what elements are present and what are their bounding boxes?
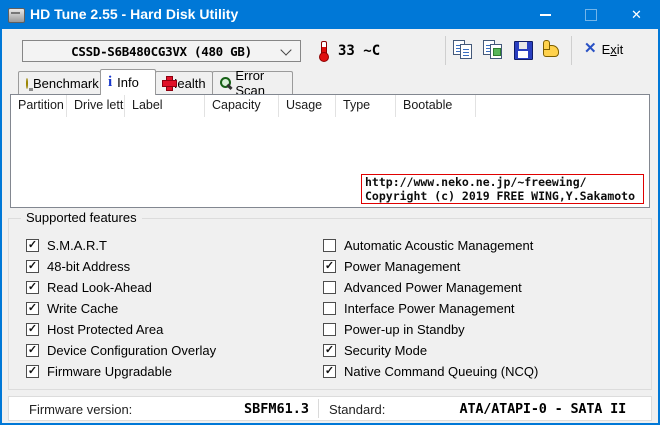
credit-url: http://www.neko.ne.jp/~freewing/ <box>365 175 587 189</box>
temperature-value: 33 ~C <box>338 43 381 59</box>
hand-icon <box>543 40 559 57</box>
column-header-bootable[interactable]: Bootable <box>396 95 476 117</box>
column-header-partition[interactable]: Partition <box>11 95 67 117</box>
checkbox[interactable]: ✓ <box>323 344 336 357</box>
exit-label: Exit <box>601 41 624 57</box>
freeware-credit-overlay: http://www.neko.ne.jp/~freewing/ Copyrig… <box>361 174 644 204</box>
copy-image-button[interactable] <box>482 39 506 63</box>
feature-row: ✓ Security Mode <box>323 343 428 358</box>
save-icon <box>514 41 533 60</box>
checkbox[interactable] <box>323 302 336 315</box>
firmware-version-label: Firmware version: <box>29 402 133 417</box>
column-header-drive-letter[interactable]: Drive letter <box>67 95 125 117</box>
column-header-usage[interactable]: Usage <box>279 95 336 117</box>
benchmark-bulb-icon <box>26 77 33 91</box>
tab-info[interactable]: i Info <box>100 69 156 95</box>
help-hand-button[interactable] <box>540 39 564 63</box>
magnifier-icon <box>220 76 232 90</box>
drive-select-value: CSSD-S6B480CG3VX (480 GB) <box>71 43 252 59</box>
checkbox[interactable]: ✓ <box>26 260 39 273</box>
close-button[interactable]: ✕ <box>613 0 660 29</box>
checkbox[interactable]: ✓ <box>26 302 39 315</box>
checkbox[interactable]: ✓ <box>26 365 39 378</box>
feature-row: ✓ 48-bit Address <box>26 259 131 274</box>
maximize-button[interactable] <box>568 0 613 29</box>
feature-row: Automatic Acoustic Management <box>323 235 643 256</box>
exit-x-icon: ✕ <box>584 40 597 57</box>
column-header-empty <box>476 95 649 117</box>
info-icon: i <box>108 74 113 90</box>
maximize-icon <box>584 8 597 21</box>
group-title: Supported features <box>21 210 142 225</box>
toolbar-separator <box>445 36 446 65</box>
exit-button[interactable]: ✕ Exit <box>584 41 623 57</box>
features-right-column: Automatic Acoustic Management ✓ Power Man… <box>323 235 643 382</box>
tab-label: Info <box>117 75 139 90</box>
checkbox[interactable]: ✓ <box>26 323 39 336</box>
column-header-type[interactable]: Type <box>336 95 396 117</box>
hdtune-window: HD Tune 2.55 - Hard Disk Utility ✕ CSSD-… <box>0 0 660 425</box>
column-header-capacity[interactable]: Capacity <box>205 95 279 117</box>
firmware-version-value: SBFM61.3 <box>243 401 309 417</box>
close-icon: ✕ <box>631 6 642 22</box>
minimize-button[interactable] <box>523 0 568 29</box>
feature-row: ✓ S.M.A.R.T <box>26 238 107 253</box>
feature-row: ✓ Power Management <box>323 259 461 274</box>
thermometer-icon <box>319 41 329 62</box>
footer-bar: Firmware version: SBFM61.3 Standard: ATA… <box>8 396 652 421</box>
feature-row: ✓ Firmware Upgradable <box>26 364 172 379</box>
window-title: HD Tune 2.55 - Hard Disk Utility <box>30 6 239 22</box>
toolbar-separator <box>571 36 572 65</box>
credit-copyright: Copyright (c) 2019 FREE WING,Y.Sakamoto <box>365 188 636 203</box>
partition-list: Partition Drive letter Label Capacity Us… <box>10 94 650 208</box>
app-icon <box>8 8 25 23</box>
tab-label: Benchmark <box>33 75 99 91</box>
feature-row: ✓ Read Look-Ahead <box>26 280 152 295</box>
checkbox[interactable]: ✓ <box>26 344 39 357</box>
checkbox[interactable] <box>323 281 336 294</box>
chevron-down-icon <box>280 44 292 56</box>
features-left-column: ✓ S.M.A.R.T ✓ 48-bit Address ✓ Read Look-Ah… <box>26 235 316 382</box>
feature-row: ✓ Native Command Queuing (NCQ) <box>323 364 539 379</box>
partition-list-header: Partition Drive letter Label Capacity Us… <box>11 95 649 117</box>
checkbox[interactable] <box>323 323 336 336</box>
feature-row: ✓ Host Protected Area <box>26 322 164 337</box>
tab-error-scan[interactable]: Error Scan <box>212 68 293 98</box>
footer-divider <box>318 399 319 418</box>
save-button[interactable] <box>512 39 536 63</box>
minimize-icon <box>540 13 551 16</box>
checkbox[interactable]: ✓ <box>26 239 39 252</box>
checkbox[interactable] <box>323 239 336 252</box>
standard-value: ATA/ATAPI-0 - SATA II <box>459 401 627 417</box>
supported-features-group: Supported features ✓ S.M.A.R.T ✓ 48-bit Ad… <box>8 210 652 390</box>
tab-health[interactable]: Health <box>155 71 213 94</box>
feature-row: Advanced Power Management <box>323 277 643 298</box>
copy-text-button[interactable] <box>452 39 476 63</box>
column-header-label[interactable]: Label <box>125 95 205 117</box>
standard-label: Standard: <box>329 402 386 417</box>
feature-row: ✓ Write Cache <box>26 301 119 316</box>
drive-select-dropdown[interactable]: CSSD-S6B480CG3VX (480 GB) <box>22 40 301 62</box>
titlebar: HD Tune 2.55 - Hard Disk Utility ✕ <box>0 0 660 29</box>
feature-row: ✓ Device Configuration Overlay <box>26 343 217 358</box>
checkbox[interactable]: ✓ <box>26 281 39 294</box>
checkbox[interactable]: ✓ <box>323 260 336 273</box>
checkbox[interactable]: ✓ <box>323 365 336 378</box>
feature-row: Power-up in Standby <box>323 319 643 340</box>
tab-benchmark[interactable]: Benchmark <box>18 71 101 94</box>
feature-row: Interface Power Management <box>323 298 643 319</box>
